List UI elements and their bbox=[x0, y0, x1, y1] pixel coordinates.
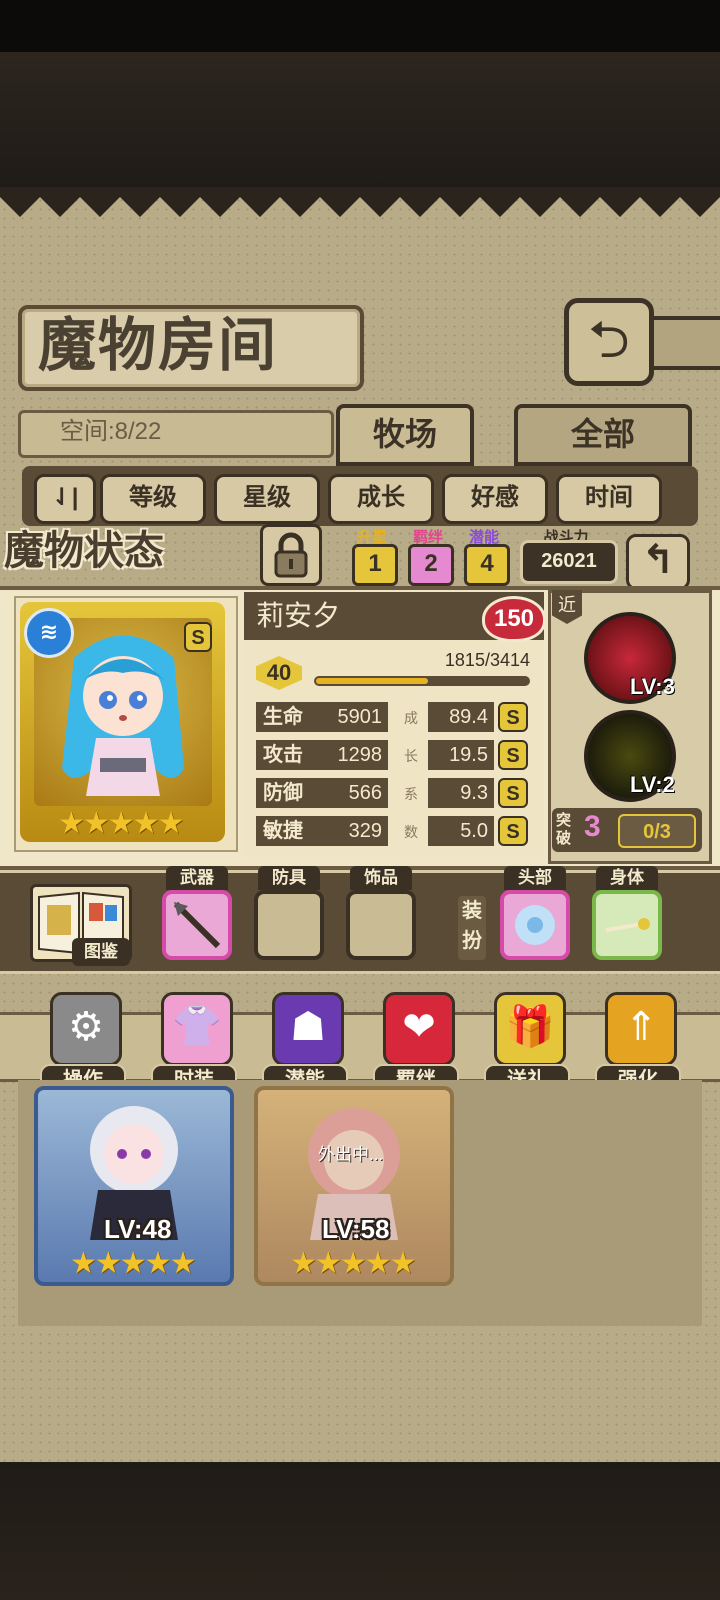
return-arrow-icon: ↰ bbox=[641, 538, 675, 582]
action-button-1[interactable]: 👚 时装 bbox=[151, 992, 237, 1092]
tab-all[interactable]: 全部 bbox=[514, 404, 692, 466]
sort-order-button[interactable]: ⇃| bbox=[34, 474, 96, 524]
armor-slot[interactable] bbox=[254, 890, 324, 960]
monster-1-level: LV:48 bbox=[104, 1214, 172, 1244]
action-button-4[interactable]: 🎁 送礼 bbox=[484, 992, 570, 1092]
stat-label: 生命 bbox=[256, 702, 310, 732]
skill-1-level: LV:3 bbox=[630, 674, 675, 699]
crystal-flower-icon bbox=[515, 905, 555, 945]
skill-2-button[interactable]: LV:2 bbox=[584, 710, 676, 802]
action-button-3[interactable]: ❤ 羁绊 bbox=[373, 992, 459, 1092]
growth-char: 长 bbox=[404, 748, 418, 764]
action-button-2[interactable]: ☗ 潜能 bbox=[262, 992, 348, 1092]
monster-name: 莉安夕 bbox=[256, 600, 341, 631]
growth-value: 5.0 bbox=[428, 816, 494, 846]
sort-star-button[interactable]: 星级 bbox=[214, 474, 320, 524]
monster-1-stars: ★★★★★ bbox=[70, 1247, 196, 1280]
back-button[interactable]: ⮌ bbox=[564, 298, 654, 386]
close-status-button[interactable]: ↰ bbox=[626, 534, 690, 590]
stat-value: 1298 bbox=[310, 740, 388, 770]
break-progress: 0/3 bbox=[618, 814, 696, 848]
action-button-0[interactable]: ⚙ 操作 bbox=[40, 992, 126, 1092]
accessory-slot[interactable] bbox=[346, 890, 416, 960]
head-slot-label: 头部 bbox=[504, 866, 566, 890]
growth-value: 9.3 bbox=[428, 778, 494, 808]
tab-ranch[interactable]: 牧场 bbox=[336, 404, 474, 466]
top-background bbox=[0, 52, 720, 187]
break-label: 突破 bbox=[556, 812, 572, 847]
growth-rank-badge: S bbox=[498, 740, 528, 770]
head-slot[interactable] bbox=[500, 890, 570, 960]
monster-2-stars: ★★★★★ bbox=[290, 1247, 416, 1280]
body-slot[interactable] bbox=[592, 890, 662, 960]
weapon-slot[interactable] bbox=[162, 890, 232, 960]
star-up-value: 1 bbox=[352, 544, 398, 586]
return-arrow-icon: ⮌ bbox=[588, 311, 630, 369]
stat-value: 329 bbox=[310, 816, 388, 846]
sort-growth-button[interactable]: 成长 bbox=[328, 474, 434, 524]
sort-affection-button[interactable]: 好感 bbox=[442, 474, 548, 524]
growth-char: 系 bbox=[404, 786, 418, 802]
rank-badge: S bbox=[184, 622, 212, 652]
rarity-stars: ★★★★★ bbox=[58, 807, 184, 840]
bond-value: 2 bbox=[408, 544, 454, 586]
codex-label: 图鉴 bbox=[72, 938, 130, 966]
body-slot-label: 身体 bbox=[596, 866, 658, 890]
break-value: 3 bbox=[584, 810, 601, 843]
board-top-edge bbox=[0, 187, 720, 217]
away-status: 外出中... bbox=[318, 1145, 384, 1164]
sort-time-button[interactable]: 时间 bbox=[556, 474, 662, 524]
growth-rank-badge: S bbox=[498, 778, 528, 808]
monster-2-level: LV:58 bbox=[322, 1214, 390, 1244]
affection-badge: 150 bbox=[482, 596, 546, 642]
stat-label: 敏捷 bbox=[256, 816, 310, 846]
power-value: 26021 bbox=[520, 540, 618, 584]
exp-text: 1815/3414 bbox=[444, 650, 530, 670]
sword-icon bbox=[605, 918, 650, 932]
sort-order-icon: ⇃| bbox=[51, 484, 79, 511]
growth-value: 19.5 bbox=[428, 740, 494, 770]
gift-icon: 🎁 bbox=[494, 992, 566, 1066]
spear-icon bbox=[173, 901, 221, 949]
exp-bar-fill bbox=[316, 678, 428, 684]
space-count: 空间:8/22 bbox=[60, 418, 162, 445]
growth-rank-badge: S bbox=[498, 702, 528, 732]
status-title: 魔物状态 bbox=[4, 527, 164, 574]
armor-slot-label: 防具 bbox=[258, 866, 320, 890]
water-element-icon: ≋ bbox=[24, 608, 74, 658]
sort-level-button[interactable]: 等级 bbox=[100, 474, 206, 524]
growth-char: 数 bbox=[404, 824, 418, 840]
stat-label: 防御 bbox=[256, 778, 310, 808]
gear-icon: ⚙ bbox=[50, 992, 122, 1066]
bottom-background bbox=[0, 1462, 720, 1600]
growth-rank-badge: S bbox=[498, 816, 528, 846]
lock-icon bbox=[274, 532, 308, 578]
stat-label: 攻击 bbox=[256, 740, 310, 770]
growth-value: 89.4 bbox=[428, 702, 494, 732]
growth-char: 成 bbox=[404, 710, 418, 726]
outfit-icon: 👚 bbox=[161, 992, 233, 1066]
potential-value: 4 bbox=[464, 544, 510, 586]
upgrade-arrows-icon: ⇑ bbox=[605, 992, 677, 1066]
hearts-icon: ❤ bbox=[383, 992, 455, 1066]
action-button-5[interactable]: ⇑ 强化 bbox=[595, 992, 681, 1092]
potential-icon: ☗ bbox=[272, 992, 344, 1066]
outfit-label: 装扮 bbox=[458, 896, 486, 960]
stat-value: 566 bbox=[310, 778, 388, 808]
stat-value: 5901 bbox=[310, 702, 388, 732]
accessory-slot-label: 饰品 bbox=[350, 866, 412, 890]
lock-button[interactable] bbox=[260, 524, 322, 586]
skill-2-level: LV:2 bbox=[630, 772, 675, 797]
weapon-slot-label: 武器 bbox=[166, 866, 228, 890]
page-title: 魔物房间 bbox=[38, 311, 279, 379]
skill-1-button[interactable]: LV:3 bbox=[584, 612, 676, 704]
